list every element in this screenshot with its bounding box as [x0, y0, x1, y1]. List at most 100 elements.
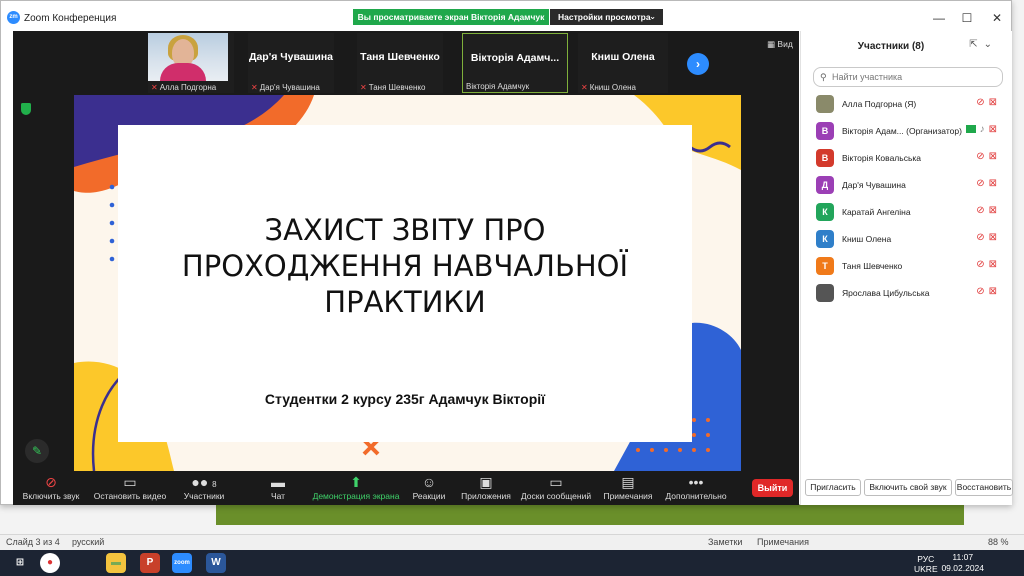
language-indicator[interactable]: русский: [72, 537, 104, 547]
video-thumb-viktoria[interactable]: Вікторія Адамч... Вікторія Адамчук: [462, 33, 568, 93]
avatar: К: [816, 230, 834, 248]
comments-button[interactable]: Примечания: [757, 537, 809, 547]
participant-name: Вікторія Адам... (Организатор): [842, 126, 962, 136]
participant-status-icons: ⊘⊠: [976, 97, 1001, 108]
reactions-button[interactable]: ☺ Реакции: [411, 473, 447, 501]
participant-row[interactable]: Ярослава Цибульська ⊘⊠: [801, 280, 1013, 307]
whiteboards-button[interactable]: ▭ Доски сообщений: [519, 473, 593, 501]
system-clock[interactable]: 11:07 09.02.2024: [941, 552, 984, 574]
participants-button[interactable]: ●● 8 Участники: [181, 473, 227, 501]
video-thumb-alla[interactable]: ✕ Алла Подгорна: [148, 33, 234, 93]
video-off-icon: ⊠: [988, 151, 1001, 162]
view-button[interactable]: ▦ Вид: [767, 39, 793, 50]
invite-button[interactable]: Пригласить: [805, 479, 861, 496]
maximize-button[interactable]: ☐: [953, 9, 981, 27]
participant-name: Ярослава Цибульська: [842, 288, 930, 298]
video-thumb-darya[interactable]: Дар'я Чувашина ✕ Дар'я Чувашина: [248, 33, 334, 93]
chat-button[interactable]: ▬ Чат: [265, 473, 291, 501]
sharing-icon: [965, 125, 976, 134]
participant-row[interactable]: В Вікторія Адам... (Организатор) ♪⊠: [801, 118, 1013, 145]
avatar: В: [816, 122, 834, 140]
annotate-pen-icon[interactable]: ✎: [25, 439, 49, 463]
mic-muted-icon: ⊘: [976, 232, 989, 243]
close-panel-icon[interactable]: ⌄: [984, 39, 998, 50]
thumb-label: ✕ Алла Подгорна: [151, 83, 217, 92]
windows-taskbar: ⊞ ● ▬ P zoom W РУС UKRE 11:07 09.02.2024: [0, 550, 1024, 576]
participant-name: Таня Шевченко: [842, 261, 903, 271]
video-off-icon: ⊠: [988, 97, 1001, 108]
reclaim-host-button[interactable]: Восстановить: [955, 479, 1013, 496]
avatar: К: [816, 203, 834, 221]
popout-icon[interactable]: ⇱: [969, 39, 983, 50]
share-screen-button[interactable]: ⬆ Демонстрация экрана: [311, 473, 401, 501]
more-button[interactable]: ••• Дополнительно: [663, 473, 729, 501]
mic-muted-icon: ⊘: [976, 205, 989, 216]
panel-title: Участники (8): [857, 41, 925, 52]
mic-muted-icon: ⊘: [976, 151, 989, 162]
participants-panel: Участники (8) ⇱⌄ ⚲ Найти участника Алла …: [800, 31, 1013, 505]
slide-title: ЗАХИСТ ЗВІТУ ПРО ПРОХОДЖЕННЯ НАВЧАЛЬНОЇ …: [181, 213, 629, 319]
view-settings-button[interactable]: Настройки просмотра ⌄: [550, 9, 663, 25]
mic-muted-icon: ✕: [581, 83, 588, 92]
leave-button[interactable]: Выйти: [752, 479, 793, 497]
mic-muted-icon: ⊘: [45, 474, 57, 490]
unmute-button[interactable]: ⊘ Включить звук: [19, 473, 83, 501]
participant-search-input[interactable]: ⚲ Найти участника: [813, 67, 1003, 87]
mic-muted-icon: ✕: [251, 83, 258, 92]
zoom-taskbar-icon[interactable]: zoom: [172, 553, 192, 573]
participant-row[interactable]: Д Дар'я Чувашина ⊘⊠: [801, 172, 1013, 199]
avatar: Д: [816, 176, 834, 194]
powerpoint-statusbar: Слайд 3 из 4 русский Заметки Примечания …: [0, 534, 1024, 550]
notes-button[interactable]: Заметки: [708, 537, 742, 547]
shield-icon[interactable]: [21, 103, 31, 115]
meeting-toolbar: ⊘ Включить звук ▭ Остановить видео ●● 8 …: [13, 471, 799, 505]
video-thumb-tanya[interactable]: Таня Шевченко ✕ Таня Шевченко: [357, 33, 443, 93]
avatar: В: [816, 149, 834, 167]
participant-row[interactable]: Алла Подгорна (Я) ⊘⊠: [801, 91, 1013, 118]
participant-status-icons: ⊘⊠: [976, 178, 1001, 189]
video-thumb-olena[interactable]: Книш Олена ✕ Книш Олена: [578, 33, 668, 93]
grid-icon: ▦: [767, 39, 778, 49]
slide-thumbnail-strip: [216, 503, 964, 525]
file-explorer-icon[interactable]: ▬: [106, 553, 126, 573]
word-icon[interactable]: W: [206, 553, 226, 573]
thumb-name: Таня Шевченко: [360, 51, 440, 63]
powerpoint-icon[interactable]: P: [140, 553, 160, 573]
participant-name: Вікторія Ковальська: [842, 153, 922, 163]
whiteboard-icon: ▭: [549, 474, 563, 490]
minimize-button[interactable]: —: [925, 9, 953, 27]
notes-button[interactable]: ▤ Примечания: [601, 473, 655, 501]
share-banner: Вы просматриваете экран Вікторія Адамчук: [353, 9, 549, 25]
unmute-me-button[interactable]: Включить свой звук: [864, 479, 952, 496]
mic-muted-icon: ⊘: [976, 286, 989, 297]
participant-name: Алла Подгорна (Я): [842, 99, 917, 109]
participant-name: Дар'я Чувашина: [842, 180, 906, 190]
chrome-icon[interactable]: ●: [40, 553, 60, 573]
avatar: [816, 284, 834, 302]
view-settings-label: Настройки просмотра: [558, 12, 651, 22]
apps-button[interactable]: ▣ Приложения: [459, 473, 513, 501]
next-page-button[interactable]: ›: [687, 53, 709, 75]
mic-muted-icon: ⊘: [976, 259, 989, 270]
thumb-label: ✕ Книш Олена: [581, 83, 637, 92]
keyboard-layout[interactable]: РУС UKRE: [914, 554, 938, 574]
windows-start-icon[interactable]: ⊞: [10, 553, 30, 573]
thumb-label: ✕ Дар'я Чувашина: [251, 83, 320, 92]
shared-screen-slide: ЗАХИСТ ЗВІТУ ПРО ПРОХОДЖЕННЯ НАВЧАЛЬНОЇ …: [74, 95, 741, 471]
thumb-name: Вікторія Адамч...: [470, 52, 560, 64]
participants-icon: ●● 8: [191, 474, 217, 490]
meeting-area: ✕ Алла Подгорна Дар'я Чувашина ✕ Дар'я Чув…: [13, 31, 799, 505]
zoom-window: zm Zoom Конференция Вы просматриваете эк…: [0, 0, 1013, 505]
participant-row[interactable]: Т Таня Шевченко ⊘⊠: [801, 253, 1013, 280]
participant-status-icons: ⊘⊠: [976, 259, 1001, 270]
panel-footer: Пригласить Включить свой звук Восстанови…: [801, 479, 1013, 497]
participant-row[interactable]: К Каратай Ангеліна ⊘⊠: [801, 199, 1013, 226]
close-button[interactable]: ✕: [983, 9, 1011, 27]
stop-video-button[interactable]: ▭ Остановить видео: [87, 473, 173, 501]
zoom-level[interactable]: 88 %: [988, 537, 1009, 547]
participant-row[interactable]: К Книш Олена ⊘⊠: [801, 226, 1013, 253]
mic-icon: ♪: [979, 124, 989, 135]
participant-row[interactable]: В Вікторія Ковальська ⊘⊠: [801, 145, 1013, 172]
video-off-icon: ⊠: [988, 178, 1001, 189]
mic-muted-icon: ✕: [151, 83, 158, 92]
